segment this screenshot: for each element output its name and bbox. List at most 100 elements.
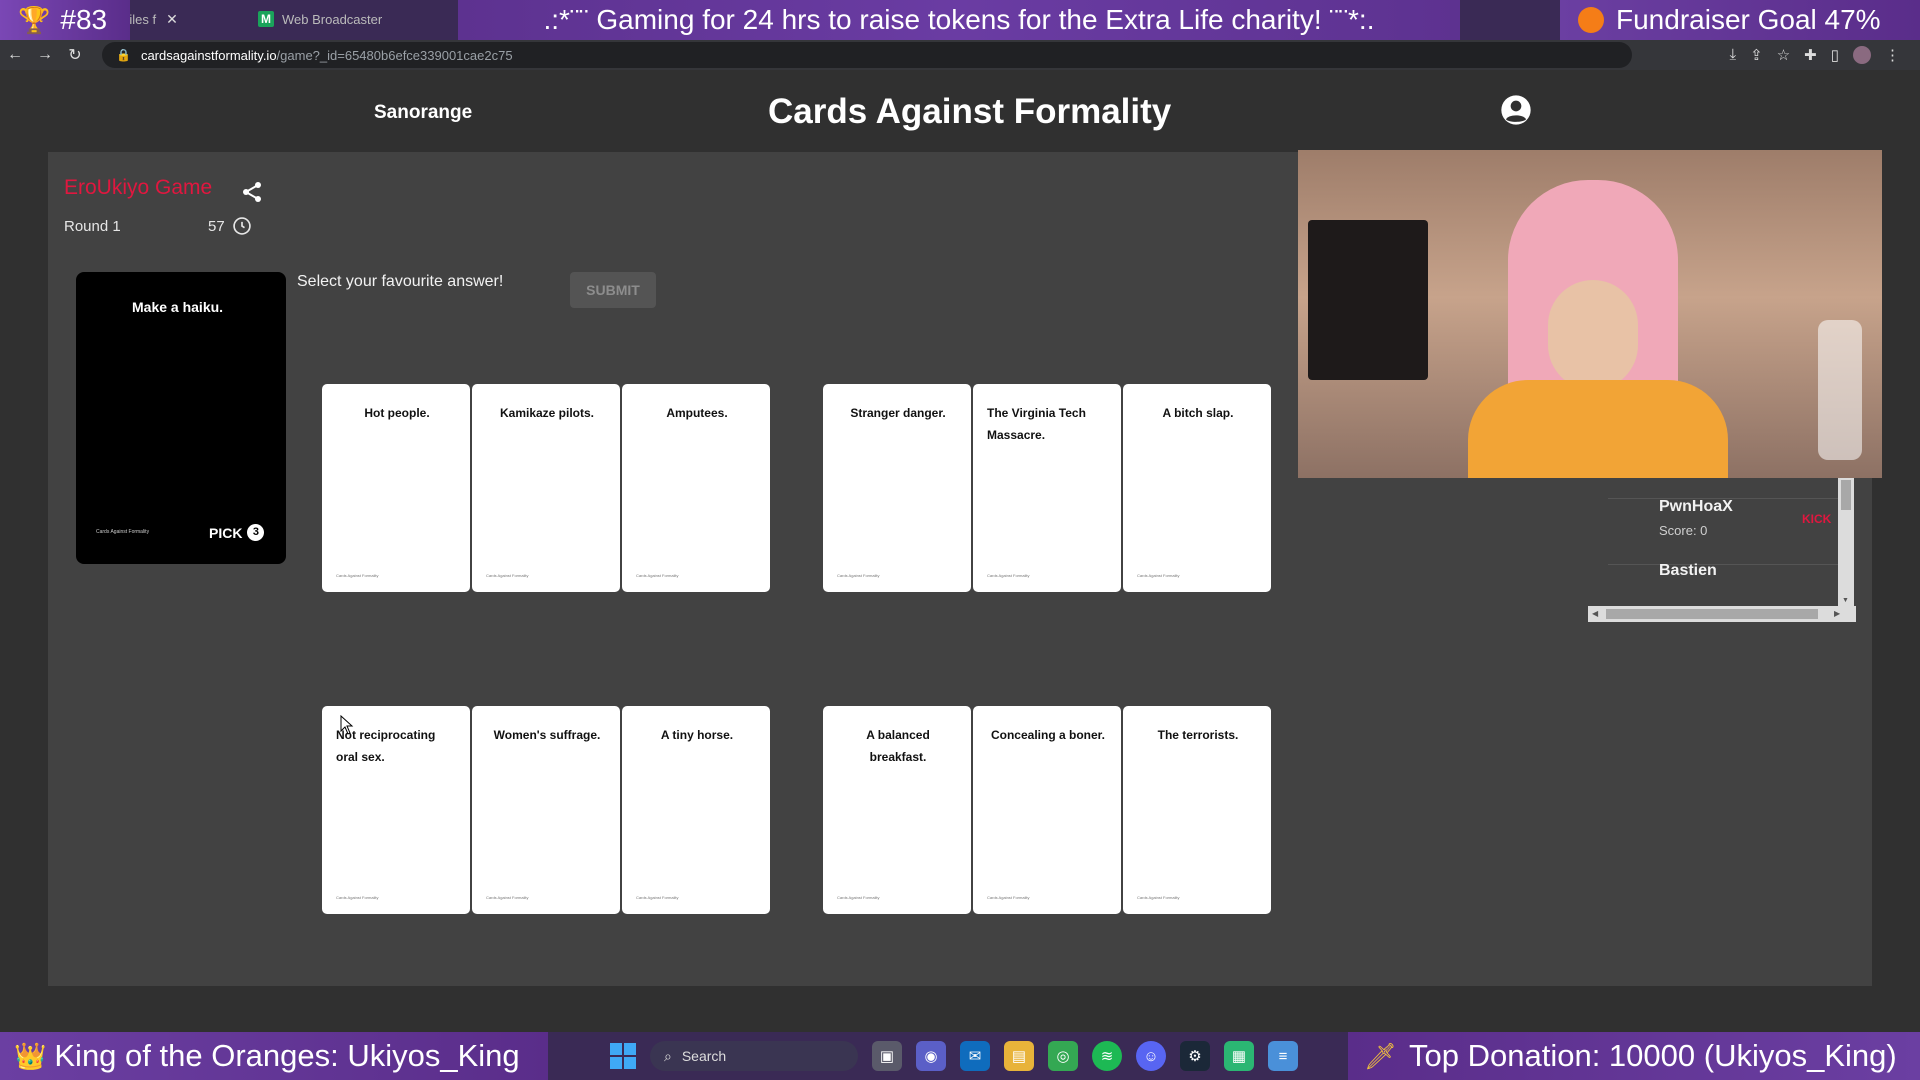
submit-button[interactable]: SUBMIT xyxy=(570,272,656,308)
sword-icon: 🗡 xyxy=(1364,1040,1398,1071)
player-name: Bastien xyxy=(1659,562,1717,579)
answer-card[interactable]: Women's suffrage. Cards Against Formalit… xyxy=(472,706,620,914)
answer-card[interactable]: The Virginia Tech Massacre. Cards Agains… xyxy=(973,384,1121,592)
card-brand: Cards Against Formality xyxy=(336,573,379,578)
file-explorer-icon[interactable]: ▤ xyxy=(1004,1041,1034,1071)
notepad-icon[interactable]: ≡ xyxy=(1268,1041,1298,1071)
scroll-right-arrow-icon[interactable]: ▶ xyxy=(1834,609,1840,618)
trophy-icon: 🏆 xyxy=(18,4,51,35)
answer-text: The Virginia Tech Massacre. xyxy=(987,406,1086,442)
close-icon[interactable]: ✕ xyxy=(166,11,178,28)
sidebar-icon[interactable]: ▯ xyxy=(1831,46,1839,64)
answer-text: Not reciprocating oral sex. xyxy=(336,728,436,764)
pick-count-badge: 3 xyxy=(247,524,265,541)
card-brand: Cards Against Formality xyxy=(987,895,1030,900)
bookmark-star-icon[interactable]: ☆ xyxy=(1777,46,1790,64)
answer-text: Kamikaze pilots. xyxy=(499,406,595,420)
card-brand: Cards Against Formality xyxy=(987,573,1030,578)
url-path: /game?_id=65480b6efce339001cae2c75 xyxy=(276,47,513,63)
extensions-puzzle-icon[interactable]: ✚ xyxy=(1804,46,1817,64)
address-bar[interactable]: 🔒 cardsagainstformality.io/game?_id=6548… xyxy=(102,42,1632,68)
reload-icon[interactable]: ↻ xyxy=(60,45,90,65)
scroll-left-arrow-icon[interactable]: ◀ xyxy=(1592,609,1598,618)
browser-extension-icons: ⤓ ⇪ ☆ ✚ ▯ ⋮ xyxy=(1729,46,1920,64)
task-view-icon[interactable]: ▣ xyxy=(872,1041,902,1071)
share-icon[interactable] xyxy=(240,180,264,204)
answer-card[interactable]: Not reciprocating oral sex. Cards Agains… xyxy=(322,706,470,914)
stream-bottom-overlay: 👑 King of the Oranges: Ukiyos_King ⌕ Sea… xyxy=(0,1032,1920,1080)
steam-icon[interactable]: ⚙ xyxy=(1180,1041,1210,1071)
outlook-icon[interactable]: ✉ xyxy=(960,1041,990,1071)
divider xyxy=(1608,564,1838,565)
answer-card[interactable]: Concealing a boner. Cards Against Formal… xyxy=(973,706,1121,914)
answer-card[interactable]: A tiny horse. Cards Against Formality xyxy=(622,706,770,914)
rank-text: #83 xyxy=(60,4,108,35)
card-brand: Cards Against Formality xyxy=(837,573,880,578)
site-header: Sanorange Cards Against Formality xyxy=(0,70,1920,152)
share-page-icon[interactable]: ⇪ xyxy=(1750,46,1763,64)
menu-kebab-icon[interactable]: ⋮ xyxy=(1885,46,1900,64)
answer-text: A tiny horse. xyxy=(660,728,734,742)
card-brand: Cards Against Formality xyxy=(636,895,679,900)
taskbar-search-input[interactable]: ⌕ Search xyxy=(650,1041,858,1071)
windows-taskbar: ⌕ Search ▣ ◉ ✉ ▤ ◎ ≋ ☺ ⚙ ▦ ≡ xyxy=(610,1038,1298,1074)
marquee-text: .:*¨¨ Gaming for 24 hrs to raise tokens … xyxy=(543,4,1375,35)
pick-label: PICK xyxy=(209,524,243,541)
player-name: PwnHoaX xyxy=(1659,498,1733,515)
answer-text: A bitch slap. xyxy=(1162,406,1234,420)
webcam-streamer-face xyxy=(1548,280,1638,390)
orange-icon xyxy=(1578,7,1604,33)
card-brand: Cards Against Formality xyxy=(96,529,150,535)
back-icon[interactable]: ← xyxy=(0,46,30,64)
profile-avatar[interactable] xyxy=(1853,46,1871,64)
answer-card[interactable]: Kamikaze pilots. Cards Against Formality xyxy=(472,384,620,592)
card-brand: Cards Against Formality xyxy=(486,573,529,578)
answer-card[interactable]: The terrorists. Cards Against Formality xyxy=(1123,706,1271,914)
black-prompt-card: Make a haiku. Cards Against Formality PI… xyxy=(76,272,286,564)
streamlabs-icon[interactable]: ▦ xyxy=(1224,1041,1254,1071)
clock-icon xyxy=(233,217,251,235)
game-name: EroUkiyo Game xyxy=(64,176,213,199)
top-donation-overlay: 🗡 Top Donation: 10000 (Ukiyos_King) xyxy=(1348,1032,1920,1080)
answer-text: A balanced breakfast. xyxy=(866,728,930,764)
player-row: PwnHoaX Score: 0 KICK xyxy=(1588,478,1838,544)
rank-overlay: 🏆 #83 xyxy=(0,0,130,40)
card-brand: Cards Against Formality xyxy=(636,573,679,578)
goal-text: Fundraiser Goal 47% xyxy=(1616,4,1881,35)
teams-chat-icon[interactable]: ◉ xyxy=(916,1041,946,1071)
windows-start-icon[interactable] xyxy=(610,1043,636,1069)
discord-icon[interactable]: ☺ xyxy=(1136,1041,1166,1071)
answer-card[interactable]: A bitch slap. Cards Against Formality xyxy=(1123,384,1271,592)
pick-indicator: PICK 3 xyxy=(209,524,265,541)
forward-icon[interactable]: → xyxy=(30,46,60,64)
spotify-icon[interactable]: ≋ xyxy=(1092,1041,1122,1071)
vertical-scrollbar[interactable]: ▼ xyxy=(1838,478,1854,606)
timer-value: 57 xyxy=(208,218,225,235)
kick-player-button[interactable]: KICK xyxy=(1802,512,1831,526)
chrome-icon[interactable]: ◎ xyxy=(1048,1041,1078,1071)
webcam-feed xyxy=(1298,150,1882,478)
scrollbar-thumb[interactable] xyxy=(1841,480,1851,510)
player-row: Bastien xyxy=(1588,544,1838,610)
answer-card[interactable]: Hot people. Cards Against Formality xyxy=(322,384,470,592)
answer-text: Amputees. xyxy=(666,406,728,420)
answer-text: Stranger danger. xyxy=(850,406,946,420)
instruction-text: Select your favourite answer! xyxy=(297,273,504,290)
account-circle-icon[interactable] xyxy=(1500,94,1532,126)
answer-card[interactable]: A balanced breakfast. Cards Against Form… xyxy=(823,706,971,914)
username: Sanorange xyxy=(374,102,473,123)
card-brand: Cards Against Formality xyxy=(486,895,529,900)
browser-tab-web-broadcaster[interactable]: M Web Broadcaster xyxy=(258,2,458,36)
scroll-down-arrow-icon[interactable]: ▼ xyxy=(1842,597,1849,604)
answer-card[interactable]: Amputees. Cards Against Formality xyxy=(622,384,770,592)
king-text: King of the Oranges: Ukiyos_King xyxy=(54,1038,520,1073)
download-icon[interactable]: ⤓ xyxy=(1729,46,1736,64)
card-brand: Cards Against Formality xyxy=(336,895,379,900)
answer-text: Hot people. xyxy=(364,406,430,420)
horizontal-scrollbar[interactable]: ◀ ▶ xyxy=(1588,606,1856,622)
answer-card[interactable]: Stranger danger. Cards Against Formality xyxy=(823,384,971,592)
card-brand: Cards Against Formality xyxy=(837,895,880,900)
fundraiser-goal-overlay: Fundraiser Goal 47% xyxy=(1560,0,1920,40)
stream-top-overlay: Cams - Profiles f ✕ M Web Broadcaster 🏆 … xyxy=(0,0,1920,40)
scrollbar-thumb[interactable] xyxy=(1606,609,1818,619)
